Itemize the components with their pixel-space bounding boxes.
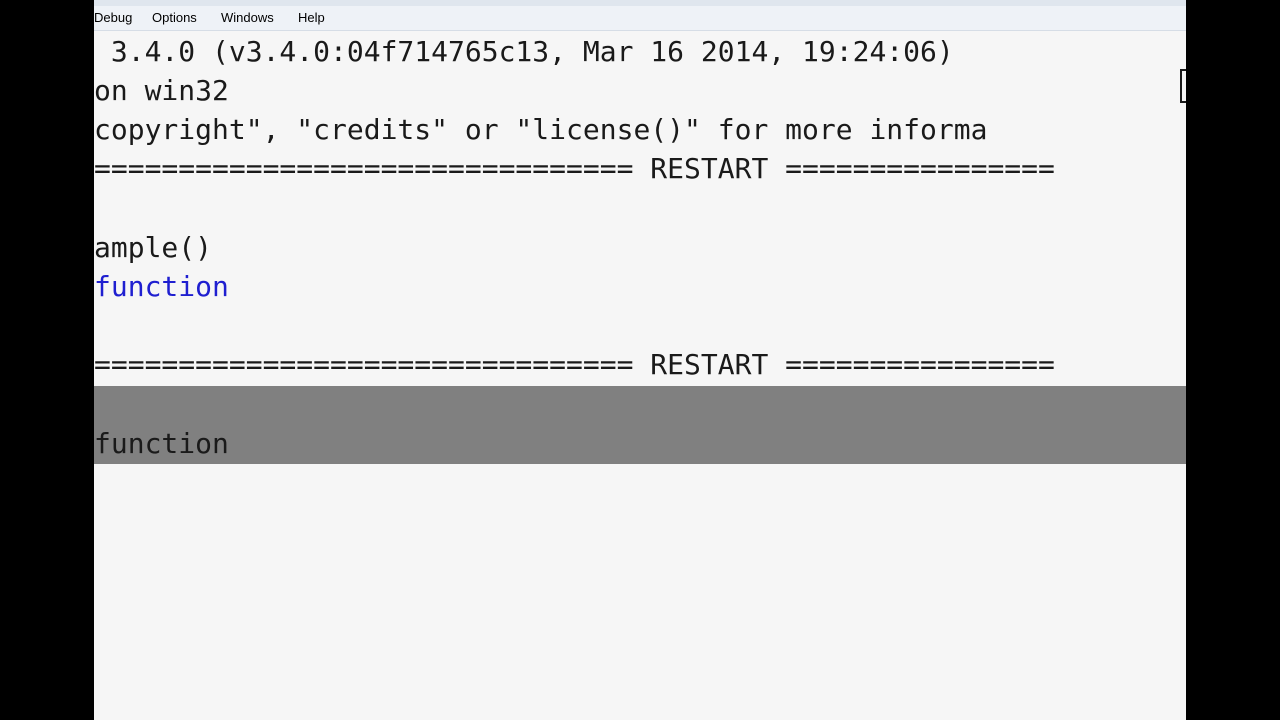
restart-separator-2: ================================ RESTART… [94,348,1055,381]
menu-bar: Debug Options Windows Help [94,6,1186,31]
version-line: 3.4.0 (v3.4.0:04f714765c13, Mar 16 2014,… [94,35,971,68]
output-line-2: function [94,427,229,460]
menu-help[interactable]: Help [298,10,325,25]
restart-separator-1: ================================ RESTART… [94,152,1055,185]
menu-debug[interactable]: Debug [94,10,132,25]
menu-options[interactable]: Options [152,10,197,25]
input-call-line: ample() [94,231,213,264]
menu-windows[interactable]: Windows [221,10,274,25]
shell-text-area[interactable]: 3.4.0 (v3.4.0:04f714765c13, Mar 16 2014,… [94,31,1186,720]
output-line-1: function [94,270,229,303]
platform-line: on win32 [94,74,229,107]
copyright-line: copyright", "credits" or "license()" for… [94,113,988,146]
bracket-glyph [1180,69,1186,103]
idle-shell-window: Debug Options Windows Help 3.4.0 (v3.4.0… [94,0,1186,720]
selection-highlight [94,386,1186,464]
